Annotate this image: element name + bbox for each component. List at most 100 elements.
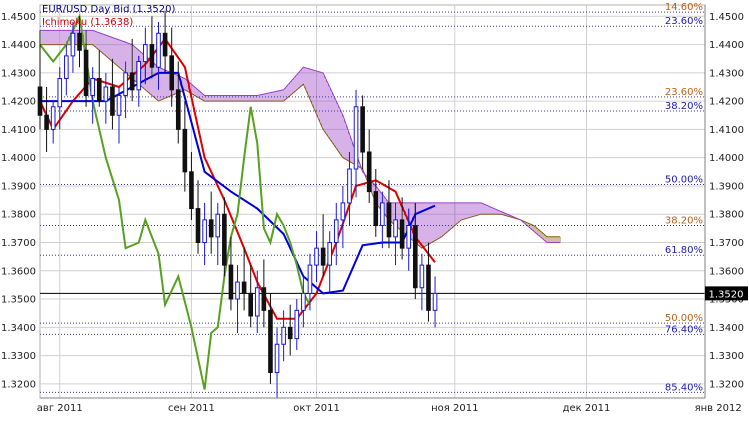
y-tick-label-left: 1.4100 (1, 125, 36, 136)
y-tick-label: 1.4500 (709, 12, 744, 23)
candle-body (103, 86, 109, 102)
candle-body (215, 213, 221, 238)
candle-body (208, 219, 214, 238)
candle-body (254, 287, 260, 317)
x-tick-label: дек 2011 (563, 403, 611, 414)
x-tick-label: янв 2012 (695, 403, 742, 414)
candle-body (261, 287, 267, 311)
candle-body (406, 225, 412, 249)
candle-body (307, 264, 313, 294)
candle-body (110, 86, 115, 116)
candle-body (169, 55, 174, 91)
candle-body (386, 202, 392, 238)
candle-body (373, 191, 379, 227)
y-tick-label: 1.3400 (709, 323, 744, 334)
y-tick-label-left: 1.3400 (1, 323, 36, 334)
y-tick-label-left: 1.3900 (1, 181, 36, 192)
candle-body (189, 171, 194, 210)
x-tick-label: окт 2011 (293, 403, 340, 414)
candle-body (70, 32, 76, 57)
candle-body (37, 86, 43, 116)
candle-body (380, 202, 385, 227)
candle-body (314, 247, 319, 266)
price-chart[interactable]: 14.60% 23.60% 23.60% 38.20% 50.00% 38.20% 61.8… (0, 0, 749, 425)
y-tick-label: 1.4200 (709, 97, 744, 108)
candle-body (116, 94, 122, 116)
candle-body (248, 292, 254, 317)
candle-body (77, 32, 82, 51)
y-tick-label-left: 1.4500 (1, 12, 36, 23)
y-tick-label: 1.4400 (709, 40, 744, 51)
chart-root: 14.60% 23.60% 23.60% 38.20% 50.00% 38.20% 61.8… (0, 0, 749, 425)
candle-body (123, 72, 128, 96)
fib-label: 85.40% (665, 382, 703, 393)
candle-body (301, 292, 306, 311)
candle-body (175, 89, 181, 130)
candle-body (96, 78, 102, 102)
candle-body (156, 32, 161, 68)
candle-body (268, 309, 273, 374)
y-tick-label: 1.3700 (709, 238, 744, 249)
legend-symbol-label: EUR/USD Day Bid (1.3520) (42, 4, 175, 15)
fib-label: 50.00% (665, 175, 703, 186)
y-tick-label: 1.4300 (709, 68, 744, 79)
candle-body (162, 32, 168, 57)
candle-body (320, 247, 326, 266)
candle-body (50, 106, 56, 130)
fib-label: 61.80% (665, 245, 703, 256)
candle-body (366, 151, 372, 193)
candle-body (412, 225, 418, 289)
y-tick-label-left: 1.3200 (1, 379, 36, 390)
candle-body (393, 219, 398, 238)
y-tick-label-left: 1.3800 (1, 210, 36, 221)
candle-body (287, 326, 293, 340)
y-tick-label-left: 1.4200 (1, 97, 36, 108)
y-tick-label: 1.4100 (709, 125, 744, 136)
y-tick-label: 1.3800 (709, 210, 744, 221)
candle-body (399, 219, 405, 249)
fib-label: 38.20% (665, 216, 703, 227)
current-price-label: 1.3520 (709, 289, 744, 300)
candle-body (195, 208, 201, 243)
y-tick-label-left: 1.3500 (1, 295, 36, 306)
candle-body (202, 219, 207, 243)
fib-label: 23.60% (665, 16, 703, 27)
candle-body (64, 55, 69, 80)
legend-indicator-label: Ichimoku (1.3638) (42, 17, 133, 28)
candle-body (347, 168, 352, 204)
y-tick-label: 1.3300 (709, 351, 744, 362)
fib-label: 38.20% (665, 101, 703, 112)
y-tick-label: 1.3200 (709, 379, 744, 390)
fib-label: 23.60% (665, 87, 703, 98)
candle-body (340, 202, 346, 221)
y-tick-label: 1.4000 (709, 153, 744, 164)
candle-body (83, 49, 89, 96)
fib-label: 50.00% (665, 313, 703, 324)
candle-body (274, 343, 280, 374)
candle-body (235, 281, 240, 300)
y-tick-label-left: 1.4400 (1, 40, 36, 51)
candle-body (143, 44, 148, 63)
candle-body (57, 78, 63, 108)
x-tick-label: авг 2011 (37, 403, 83, 414)
candle-body (241, 281, 247, 294)
candle-body (353, 106, 359, 170)
candle-body (90, 78, 95, 96)
candle-body (432, 292, 438, 311)
candle-body (222, 213, 227, 266)
y-tick-label-left: 1.4000 (1, 153, 36, 164)
candle-body (281, 326, 286, 345)
x-tick-label: сен 2011 (168, 403, 215, 414)
candle-body (44, 114, 49, 130)
y-tick-label: 1.3600 (709, 266, 744, 277)
candle-body (327, 241, 333, 266)
candle-body (149, 44, 155, 68)
candle-body (360, 106, 365, 153)
candle-body (294, 309, 300, 340)
y-tick-label-left: 1.3700 (1, 238, 36, 249)
y-tick-label-left: 1.3600 (1, 266, 36, 277)
candle-body (136, 61, 142, 91)
y-tick-label: 1.3900 (709, 181, 744, 192)
x-tick-label: ноя 2011 (431, 403, 478, 414)
fib-label: 14.60% (665, 2, 703, 13)
